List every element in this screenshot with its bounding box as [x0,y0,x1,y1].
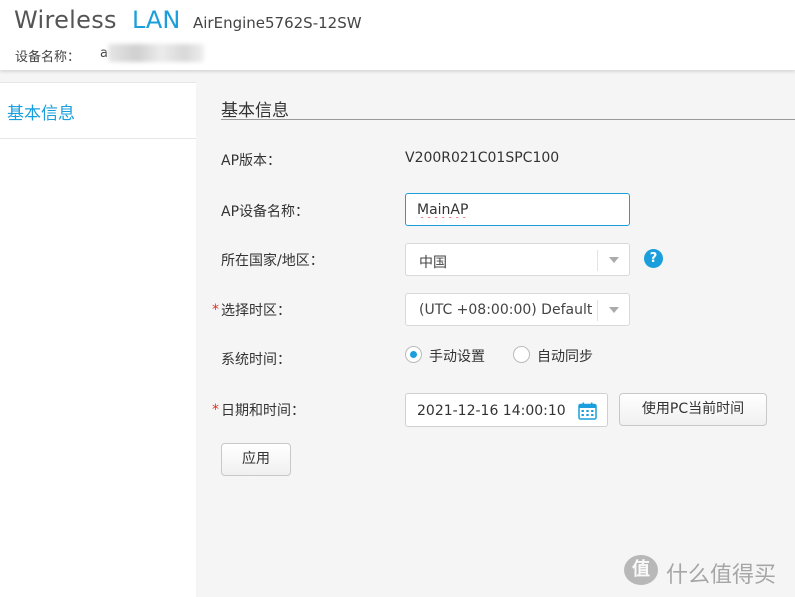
datetime-input[interactable]: 2021-12-16 14:00:10 [405,393,608,427]
radio-manual-label[interactable]: 手动设置 [429,346,485,366]
ap-device-name-input[interactable] [405,193,630,226]
timezone-select-value: (UTC +08:00:00) Default [419,302,593,318]
ap-version-value: V200R021C01SPC100 [405,150,560,166]
device-name-value: a [100,46,108,61]
ap-version-label: AP版本： [221,153,282,169]
calendar-icon[interactable] [578,402,597,420]
datetime-label: 日期和时间： [221,403,305,419]
brand-wireless: Wireless [14,6,117,34]
apply-button[interactable]: 应用 [221,443,291,476]
country-select-value: 中国 [419,255,447,271]
select-divider [597,250,598,271]
chevron-down-icon [609,307,619,313]
timezone-label: 选择时区： [221,303,291,319]
datetime-value: 2021-12-16 14:00:10 [417,403,566,419]
sidebar-item-basic-info[interactable]: 基本信息 [0,83,196,139]
main-content: 基本信息 AP版本： V200R021C01SPC100 AP设备名称： 所在国… [196,82,795,597]
radio-auto-sync[interactable] [513,346,530,363]
question-circle-icon[interactable]: ? [644,249,663,268]
watermark-text: 什么值得买 [666,563,777,588]
page-title: 基本信息 [221,101,289,121]
use-pc-time-button[interactable]: 使用PC当前时间 [619,393,767,426]
required-mark: * [212,302,219,318]
ap-device-name-label: AP设备名称： [221,204,310,220]
radio-auto-sync-label[interactable]: 自动同步 [537,346,593,366]
select-divider [597,300,598,321]
watermark: 值 什么值得买 [624,553,789,589]
country-label: 所在国家/地区： [221,253,324,269]
app-header: Wireless LAN AirEngine5762S-12SW 设备名称： a [0,0,795,70]
watermark-logo: 值 [624,555,658,585]
sidebar: 基本信息 [0,82,196,597]
system-time-label: 系统时间： [221,352,291,368]
timezone-select[interactable]: (UTC +08:00:00) Default [405,293,630,326]
device-name-label: 设备名称： [15,50,81,65]
title-divider [221,119,795,120]
sidebar-item-label: 基本信息 [7,104,75,124]
brand-lan: LAN [132,6,181,34]
chevron-down-icon [609,257,619,263]
redaction-blur [108,44,204,62]
required-mark: * [212,402,219,418]
radio-manual[interactable] [405,346,422,363]
country-select[interactable]: 中国 [405,243,630,276]
device-model: AirEngine5762S-12SW [193,14,362,32]
